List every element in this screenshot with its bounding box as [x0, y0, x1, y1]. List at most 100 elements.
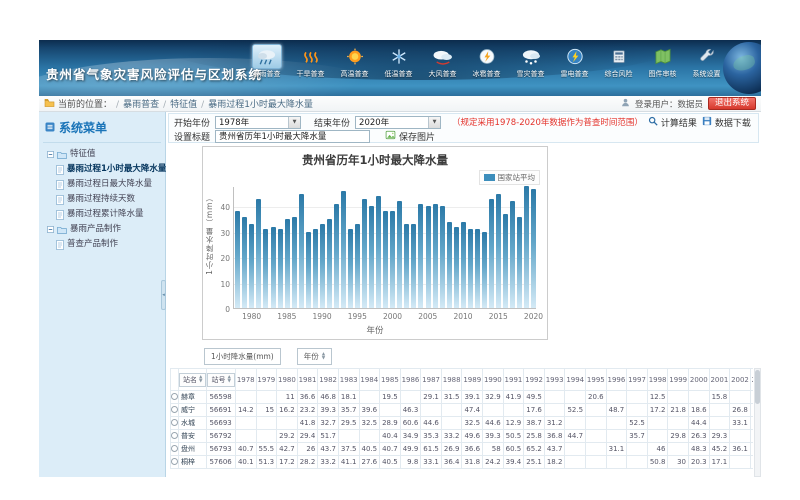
bar-1988: [306, 232, 311, 308]
radio-cell: [171, 430, 179, 443]
value-cell: 35.7: [338, 404, 359, 417]
toolbar-button-wind[interactable]: 大风普查: [424, 44, 461, 78]
sidebar-item-label: 特征值: [70, 147, 96, 162]
bar-1983: [271, 227, 276, 308]
value-cell: [606, 417, 627, 430]
toolbar-label: 大风普查: [424, 70, 461, 78]
toolbar: 暴雨普查干旱普查高温普查低温普查大风普查冰雹普查雪灾普查雷电普查综合风险图件审核…: [248, 44, 725, 78]
calculate-button[interactable]: 计算结果: [648, 116, 697, 129]
year-sort-chip[interactable]: 年份 ▲▼: [297, 348, 332, 365]
sidebar-item-group[interactable]: 特征值: [43, 147, 161, 162]
toolbar-button-composite-risk[interactable]: 综合风险: [600, 44, 637, 78]
toolbar-button-high-temp[interactable]: 高温普查: [336, 44, 373, 78]
value-cell: [277, 417, 298, 430]
save-image-button[interactable]: 保存图片: [385, 130, 435, 143]
value-cell: [441, 417, 462, 430]
toolbar-button-hail[interactable]: 冰雹普查: [468, 44, 505, 78]
toolbar-label: 图件审核: [644, 70, 681, 78]
chevron-down-icon: ▼: [288, 117, 300, 128]
radio-cell: [171, 443, 179, 456]
value-cell: 29.3: [709, 430, 730, 443]
breadcrumb-link[interactable]: 暴雨普查: [123, 100, 159, 110]
value-cell: 14.2: [235, 404, 256, 417]
value-cell: 17.6: [524, 404, 545, 417]
value-cell: 35.7: [750, 430, 753, 443]
value-cell: 37.5: [338, 443, 359, 456]
download-button[interactable]: 数据下载: [702, 116, 751, 129]
wind-icon: [432, 48, 454, 66]
chart-title-input[interactable]: 贵州省历年1小时最大降水量: [215, 130, 370, 143]
year-column-header: 1989: [462, 369, 483, 391]
row-radio[interactable]: [171, 458, 178, 465]
breadcrumb-link[interactable]: 特征值: [170, 100, 197, 110]
station-sort-chip[interactable]: 站名 ▲▼: [179, 373, 206, 387]
year-column-header: 1996: [606, 369, 627, 391]
row-radio[interactable]: [171, 393, 178, 400]
value-cell: 40.4: [380, 430, 401, 443]
sidebar-item-leaf[interactable]: 暴雨过程持续天数: [43, 192, 161, 207]
value-cell: [359, 430, 380, 443]
end-year-select[interactable]: 2020年 ▼: [355, 116, 441, 129]
toolbar-button-low-temp[interactable]: 低温普查: [380, 44, 417, 78]
sidebar-item-leaf[interactable]: 普查产品制作: [43, 237, 161, 252]
toolbar-button-lightning[interactable]: 雷电普查: [556, 44, 593, 78]
toolbar-button-map-review[interactable]: 图件审核: [644, 44, 681, 78]
toolbar-button-settings[interactable]: 系统设置: [688, 44, 725, 78]
value-cell: 15: [256, 404, 277, 417]
logout-button[interactable]: 退出系统: [708, 97, 756, 110]
toolbar-button-snow[interactable]: 雪灾普查: [512, 44, 549, 78]
sidebar-item-leaf[interactable]: 暴雨过程1小时最大降水量: [43, 162, 161, 177]
sidebar-item-leaf[interactable]: 暴雨过程累计降水量: [43, 207, 161, 222]
value-cell: 49.6: [462, 430, 483, 443]
expand-box-icon[interactable]: [47, 151, 54, 158]
bar-2007: [440, 206, 445, 308]
value-cell: [441, 404, 462, 417]
tree-group-icon: [57, 225, 67, 234]
value-cell: [647, 417, 668, 430]
row-radio[interactable]: [171, 445, 178, 452]
value-cell: 40.7: [380, 443, 401, 456]
value-cell: [586, 417, 607, 430]
scrollbar-thumb[interactable]: [755, 370, 760, 404]
tree-doc-icon: [56, 195, 64, 205]
bar-1989: [313, 229, 318, 308]
station-id-cell: 56691: [207, 404, 235, 417]
breadcrumb-link[interactable]: 暴雨过程1小时最大降水量: [208, 100, 313, 110]
sidebar-collapse-handle[interactable]: ◂: [161, 280, 166, 310]
unit-chip[interactable]: 1小时降水量(mm): [204, 348, 281, 365]
value-cell: [565, 391, 586, 404]
tree-group-icon: [57, 150, 67, 159]
tree-doc-icon: [56, 165, 64, 175]
sidebar-item-leaf[interactable]: 暴雨过程日最大降水量: [43, 177, 161, 192]
expand-box-icon[interactable]: [47, 226, 54, 233]
globe-image: [723, 42, 761, 94]
row-radio[interactable]: [171, 419, 178, 426]
sidebar-item-group[interactable]: 暴雨产品制作: [43, 222, 161, 237]
table-scrollbar[interactable]: [754, 368, 761, 477]
search-icon: [648, 116, 658, 129]
value-cell: 50.5: [503, 430, 524, 443]
year-column-header: 1990: [483, 369, 504, 391]
value-cell: 31.1: [606, 443, 627, 456]
start-year-select[interactable]: 1978年 ▼: [215, 116, 301, 129]
value-cell: 44.4: [689, 417, 710, 430]
row-radio[interactable]: [171, 432, 178, 439]
value-cell: [256, 391, 277, 404]
logged-in-user: 登录用户：数据员: [635, 98, 703, 110]
value-cell: 32.9: [483, 391, 504, 404]
map-review-icon: [653, 48, 673, 65]
toolbar-button-rainstorm[interactable]: 暴雨普查: [248, 44, 285, 78]
value-cell: 18.6: [689, 404, 710, 417]
breadcrumb-prefix: 当前的位置：: [58, 97, 112, 110]
value-cell: 26.3: [689, 430, 710, 443]
row-radio[interactable]: [171, 406, 178, 413]
sidebar-item-label: 暴雨过程持续天数: [67, 192, 135, 207]
chart-legend[interactable]: 国家站平均: [479, 170, 541, 185]
value-cell: [586, 430, 607, 443]
toolbar-button-drought[interactable]: 干旱普查: [292, 44, 329, 78]
value-cell: 26.9: [441, 443, 462, 456]
year-column-header: 1984: [359, 369, 380, 391]
station-id-sort-chip[interactable]: 站号 ▲▼: [207, 373, 234, 387]
value-cell: 44.7: [565, 430, 586, 443]
tree-doc-icon: [56, 240, 64, 250]
